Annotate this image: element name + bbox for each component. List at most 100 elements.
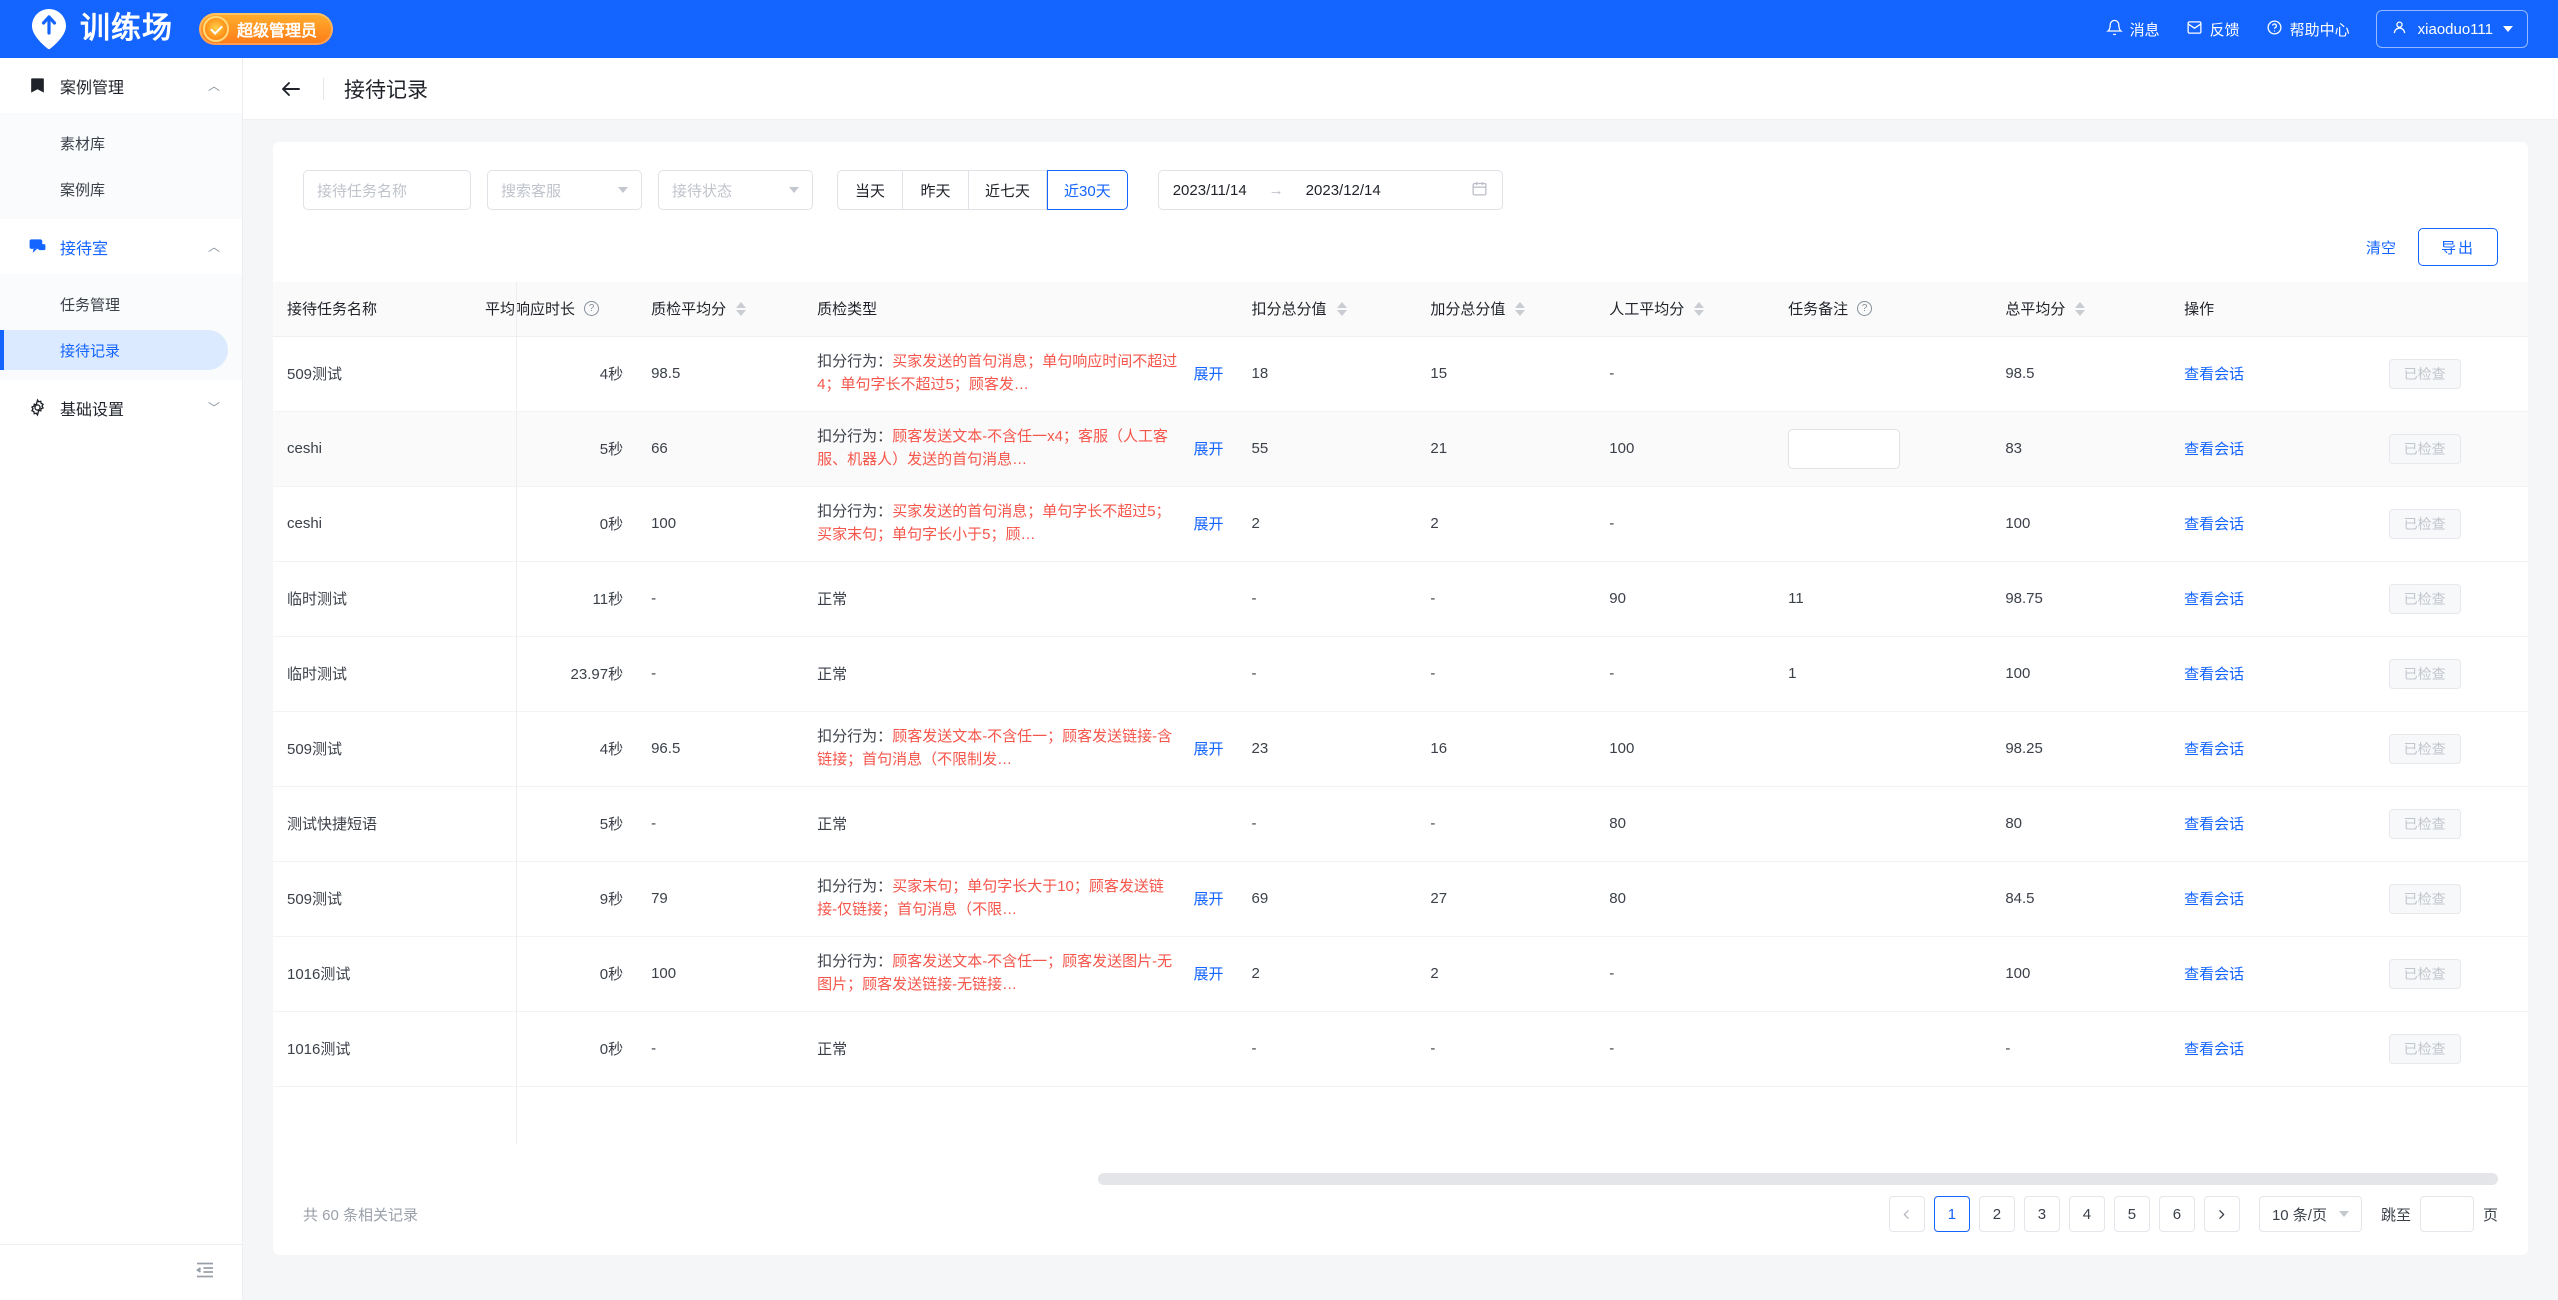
sidebar-item-task-management[interactable]: 任务管理: [0, 284, 228, 324]
view-session-link[interactable]: 查看会话: [2184, 891, 2244, 908]
page-size-select[interactable]: 10 条/页: [2258, 1196, 2362, 1232]
sort-toggle-icon[interactable]: [1694, 301, 1705, 316]
records-table-wrapper: 接待任务名称 平均响应时长 ? 质检平均分 质检类型 扣分总分值 加分总分值 人…: [273, 282, 2528, 1144]
cell-total-average: 80: [1991, 786, 2171, 862]
avg-response-value: 4秒: [599, 741, 624, 758]
avg-response-value: 0秒: [599, 966, 624, 983]
view-session-link[interactable]: 查看会话: [2184, 591, 2244, 608]
cell-qc-type: 扣分行为：顾客发送文本-不含任一；顾客发送链接-含链接；首句消息（不限制发… 展开: [803, 711, 1238, 787]
agent-select[interactable]: 搜索客服: [487, 170, 642, 210]
nav-feedback[interactable]: 反馈: [2186, 19, 2240, 40]
cell-view-session[interactable]: 查看会话: [2170, 861, 2375, 937]
nav-messages[interactable]: 消息: [2105, 19, 2160, 40]
cell-avg-response: 4秒: [471, 336, 638, 412]
date-range-picker[interactable]: 2023/11/14 → 2023/12/14: [1157, 170, 1503, 210]
sidebar-item-reception-records[interactable]: 接待记录: [0, 330, 228, 370]
quick-range-yesterday[interactable]: 昨天: [903, 170, 969, 210]
feedback-icon: [2186, 19, 2203, 40]
back-arrow-icon[interactable]: [279, 77, 303, 101]
view-session-link[interactable]: 查看会话: [2184, 1041, 2244, 1058]
pagination-page-3[interactable]: 3: [2023, 1196, 2060, 1232]
quick-range-last-7-days[interactable]: 近七天: [969, 170, 1048, 210]
avg-response-value: 11秒: [592, 591, 624, 608]
task-name-value: 509测试: [287, 741, 343, 758]
records-table-body: 509测试 4秒 98.5 扣分行为：买家发送的首句消息；单句响应时间不超过4；单句字…: [273, 336, 2528, 1087]
help-circle-icon[interactable]: ?: [1857, 301, 1873, 317]
sidebar-collapse-button[interactable]: [0, 1244, 243, 1300]
cell-view-session[interactable]: 查看会话: [2170, 711, 2375, 787]
pagination-page-4[interactable]: 4: [2068, 1196, 2105, 1232]
pagination-page-6[interactable]: 6: [2158, 1196, 2195, 1232]
task-name-input[interactable]: 接待任务名称: [303, 170, 471, 210]
total-average-value: 84.5: [2005, 890, 2035, 907]
sort-toggle-icon[interactable]: [1336, 301, 1347, 316]
brand-logo[interactable]: 训练场: [30, 7, 173, 51]
cell-view-session[interactable]: 查看会话: [2170, 786, 2375, 862]
nav-help-center[interactable]: 帮助中心: [2266, 19, 2350, 40]
qc-average-value: 100: [651, 515, 677, 532]
qc-type-normal: 正常: [817, 816, 848, 833]
cell-view-session[interactable]: 查看会话: [2170, 936, 2375, 1012]
task-note-value: 11: [1788, 590, 1804, 607]
status-select[interactable]: 接待状态: [658, 170, 813, 210]
clear-button[interactable]: 清空: [2366, 237, 2396, 258]
sidebar-item-case-library[interactable]: 案例库: [0, 169, 228, 209]
cell-view-session[interactable]: 查看会话: [2170, 411, 2375, 487]
cell-view-session[interactable]: 查看会话: [2170, 1011, 2375, 1087]
cell-task-note: [1774, 861, 1992, 937]
col-manual-average[interactable]: 人工平均分: [1595, 282, 1775, 337]
cell-avg-response: 9秒: [471, 861, 638, 937]
sort-toggle-icon[interactable]: [1515, 301, 1526, 316]
qc-type-detail: 扣分行为：顾客发送文本-不含任一；顾客发送链接-含链接；首句消息（不限制发…: [817, 726, 1181, 771]
col-total-average[interactable]: 总平均分: [1991, 282, 2171, 337]
user-menu[interactable]: xiaoduo111: [2375, 10, 2528, 48]
view-session-link[interactable]: 查看会话: [2184, 741, 2244, 758]
expand-link[interactable]: 展开: [1194, 363, 1224, 384]
view-session-link[interactable]: 查看会话: [2184, 816, 2244, 833]
cell-view-session[interactable]: 查看会话: [2170, 486, 2375, 562]
cell-task-note: [1774, 786, 1992, 862]
expand-link[interactable]: 展开: [1194, 513, 1224, 534]
cell-deduct-total: 55: [1237, 411, 1417, 487]
pagination-prev-button[interactable]: [1888, 1196, 1925, 1232]
view-session-link[interactable]: 查看会话: [2184, 441, 2244, 458]
jump-to-label: 跳至: [2380, 1206, 2411, 1224]
sidebar-group-case-management[interactable]: 案例管理 ︿: [0, 58, 242, 113]
view-session-link[interactable]: 查看会话: [2184, 966, 2244, 983]
sort-toggle-icon[interactable]: [736, 301, 747, 316]
expand-link[interactable]: 展开: [1194, 963, 1224, 984]
col-avg-response[interactable]: 平均响应时长 ?: [471, 282, 638, 337]
col-task-note[interactable]: 任务备注 ?: [1774, 282, 1992, 337]
cell-task-note[interactable]: [1774, 411, 1992, 487]
quick-range-today[interactable]: 当天: [837, 170, 903, 210]
view-session-link[interactable]: 查看会话: [2184, 516, 2244, 533]
sidebar-group-basic-settings[interactable]: 基础设置 ﹀: [0, 380, 242, 435]
jump-to-input[interactable]: [2419, 1196, 2474, 1232]
view-session-link[interactable]: 查看会话: [2184, 666, 2244, 683]
sidebar-item-material-library[interactable]: 素材库: [0, 123, 228, 163]
sidebar-group-reception-room[interactable]: 接待室 ︿: [0, 219, 242, 274]
view-session-link[interactable]: 查看会话: [2184, 366, 2244, 383]
col-qc-average[interactable]: 质检平均分: [637, 282, 804, 337]
table-row: 1016测试 0秒 - 正常 - - - - 查看会话 已检查: [273, 1011, 2528, 1087]
expand-link[interactable]: 展开: [1194, 738, 1224, 759]
quick-range-last-30-days[interactable]: 近30天: [1047, 170, 1128, 210]
avg-response-value: 4秒: [599, 366, 624, 383]
export-button[interactable]: 导出: [2417, 228, 2498, 266]
total-average-value: 100: [2005, 515, 2031, 532]
col-operations-label: 操作: [2184, 301, 2215, 319]
pagination-next-button[interactable]: [2203, 1196, 2240, 1232]
task-note-input[interactable]: [1788, 428, 1901, 469]
sort-toggle-icon[interactable]: [2075, 301, 2086, 316]
help-circle-icon[interactable]: ?: [584, 301, 600, 317]
col-add-total[interactable]: 加分总分值: [1416, 282, 1596, 337]
pagination-page-1[interactable]: 1: [1933, 1196, 1970, 1232]
pagination-page-2[interactable]: 2: [1978, 1196, 2015, 1232]
cell-view-session[interactable]: 查看会话: [2170, 561, 2375, 637]
pagination-page-5[interactable]: 5: [2113, 1196, 2150, 1232]
col-deduct-total[interactable]: 扣分总分值: [1237, 282, 1417, 337]
cell-view-session[interactable]: 查看会话: [2170, 636, 2375, 712]
expand-link[interactable]: 展开: [1194, 888, 1224, 909]
cell-view-session[interactable]: 查看会话: [2170, 336, 2375, 412]
expand-link[interactable]: 展开: [1194, 438, 1224, 459]
